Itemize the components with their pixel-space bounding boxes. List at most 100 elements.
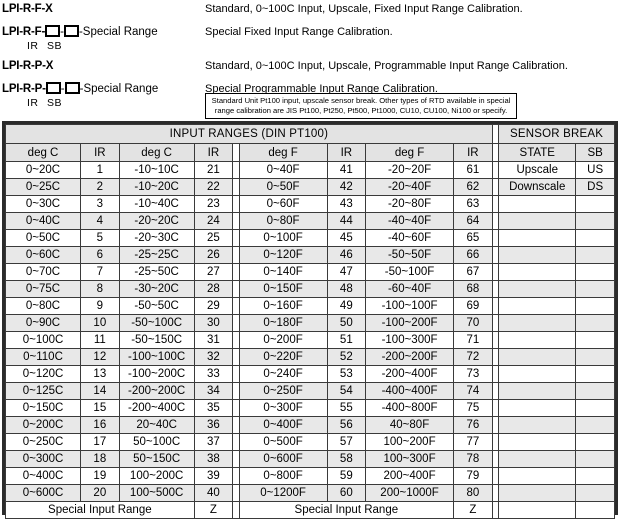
cell-ir-high: 29 xyxy=(193,297,234,315)
cell-degf-low: 0~120F xyxy=(238,246,328,264)
cell-degc-low: 0~250C xyxy=(4,433,82,451)
cell-ir-fhigh: 74 xyxy=(453,382,493,400)
cell-ir-high: 34 xyxy=(193,382,234,400)
cell-ir-fhigh: 77 xyxy=(453,433,493,451)
cell-degf-high: -100~100F xyxy=(365,297,454,315)
cell-degf-low: 0~240F xyxy=(238,365,328,383)
cell-ir-flow: 59 xyxy=(326,467,367,485)
table-row: 0~125C 14 -200~200C 34 0~250F 54 -400~400F 74 xyxy=(4,382,615,400)
ir-code-box[interactable] xyxy=(45,25,61,37)
cell-ir-low: 1 xyxy=(80,161,120,179)
cell-degf-low: 0~50F xyxy=(238,178,328,196)
cell-sensor-break-code xyxy=(575,246,615,264)
cell-sensor-break-code xyxy=(575,365,615,383)
cell-ir-flow: 47 xyxy=(326,263,367,281)
cell-degc-high: -25~50C xyxy=(118,263,195,281)
cell-degf-low: 0~160F xyxy=(238,297,328,315)
table-row: 0~70C 7 -25~50C 27 0~140F 47 -50~100F 67 xyxy=(4,263,615,281)
cell-ir-high: 37 xyxy=(193,433,234,451)
cell-sensor-break-code xyxy=(575,280,615,298)
table-row: 0~200C 16 20~40C 36 0~400F 56 40~80F 76 xyxy=(4,416,615,434)
header-ir-4: IR xyxy=(453,143,493,162)
cell-degc-high: 20~40C xyxy=(118,416,195,434)
cell-degc-high: -20~30C xyxy=(118,229,195,247)
cell-ir-high: 31 xyxy=(193,331,234,349)
special-range-code-c: Z xyxy=(193,501,234,519)
table-title-row: INPUT RANGES (DIN PT100) SENSOR BREAK xyxy=(5,124,615,144)
cell-degc-low: 0~90C xyxy=(4,314,82,332)
model-code-block: LPI-R-F-X Standard, 0~100C Input, Upscal… xyxy=(0,0,620,121)
cell-sensor-break-code xyxy=(575,433,615,451)
cell-sensor-break-code xyxy=(575,484,615,502)
cell-degc-low: 0~200C xyxy=(4,416,82,434)
cell-degc-high: -10~10C xyxy=(118,161,195,179)
cell-ir-low: 9 xyxy=(80,297,120,315)
title-input-ranges: INPUT RANGES (DIN PT100) xyxy=(5,124,493,144)
model-code-3: LPI-R-P-X xyxy=(2,59,53,74)
cell-sensor-break-state xyxy=(498,229,577,247)
cell-ir-high: 33 xyxy=(193,365,234,383)
cell-degf-low: 0~300F xyxy=(238,399,328,417)
table-row: 0~80C 9 -50~50C 29 0~160F 49 -100~100F 69 xyxy=(4,297,615,315)
cell-sensor-break-state xyxy=(498,246,577,264)
cell-degc-low: 0~100C xyxy=(4,331,82,349)
cell-degf-high: -200~200F xyxy=(365,348,454,366)
cell-ir-fhigh: 61 xyxy=(453,161,493,179)
model-description-3: Standard, 0~100C Input, Upscale, Program… xyxy=(205,60,568,72)
sb-sublabel: SB xyxy=(47,40,63,52)
special-range-label-f: Special Input Range xyxy=(238,501,455,519)
header-degc-1: deg C xyxy=(4,143,82,162)
cell-ir-high: 23 xyxy=(193,195,234,213)
cell-degc-high: -100~100C xyxy=(118,348,195,366)
cell-ir-flow: 49 xyxy=(326,297,367,315)
cell-ir-flow: 50 xyxy=(326,314,367,332)
cell-degf-low: 0~60F xyxy=(238,195,328,213)
sensor-break-sb-empty xyxy=(575,501,615,519)
header-degf-1: deg F xyxy=(238,143,328,162)
cell-ir-low: 19 xyxy=(80,467,120,485)
cell-ir-flow: 58 xyxy=(326,450,367,468)
table-row: 0~100C 11 -50~150C 31 0~200F 51 -100~300F 71 xyxy=(4,331,615,349)
cell-ir-high: 28 xyxy=(193,280,234,298)
table-row: 0~50C 5 -20~30C 25 0~100F 45 -40~60F 65 xyxy=(4,229,615,247)
cell-ir-fhigh: 76 xyxy=(453,416,493,434)
cell-sensor-break-state: Upscale xyxy=(498,161,577,179)
cell-degc-low: 0~110C xyxy=(4,348,82,366)
cell-ir-flow: 60 xyxy=(326,484,367,502)
model-description-1: Standard, 0~100C Input, Upscale, Fixed I… xyxy=(205,3,523,15)
cell-ir-flow: 57 xyxy=(326,433,367,451)
cell-degf-high: -40~40F xyxy=(365,212,454,230)
model-description-2: Special Fixed Input Range Calibration. xyxy=(205,26,393,38)
cell-degc-high: -50~100C xyxy=(118,314,195,332)
cell-sensor-break-state xyxy=(498,348,577,366)
cell-degf-high: -50~100F xyxy=(365,263,454,281)
table-row: 0~150C 15 -200~400C 35 0~300F 55 -400~800F 75 xyxy=(4,399,615,417)
cell-degc-high: 100~500C xyxy=(118,484,195,502)
cell-degf-low: 0~150F xyxy=(238,280,328,298)
cell-sensor-break-code xyxy=(575,348,615,366)
cell-degf-high: -200~400F xyxy=(365,365,454,383)
cell-degf-low: 0~200F xyxy=(238,331,328,349)
cell-ir-high: 30 xyxy=(193,314,234,332)
cell-sensor-break-state xyxy=(498,433,577,451)
special-range-code-f: Z xyxy=(453,501,493,519)
cell-ir-fhigh: 66 xyxy=(453,246,493,264)
cell-ir-high: 40 xyxy=(193,484,234,502)
cell-ir-flow: 48 xyxy=(326,280,367,298)
cell-ir-fhigh: 63 xyxy=(453,195,493,213)
cell-ir-flow: 52 xyxy=(326,348,367,366)
cell-ir-high: 39 xyxy=(193,467,234,485)
cell-ir-low: 16 xyxy=(80,416,120,434)
model-code-1: LPI-R-F-X xyxy=(2,2,53,17)
cell-ir-low: 11 xyxy=(80,331,120,349)
cell-ir-flow: 45 xyxy=(326,229,367,247)
cell-ir-high: 36 xyxy=(193,416,234,434)
table-row: 0~60C 6 -25~25C 26 0~120F 46 -50~50F 66 xyxy=(4,246,615,264)
cell-degc-high: -50~50C xyxy=(118,297,195,315)
cell-ir-fhigh: 62 xyxy=(453,178,493,196)
sb-code-box[interactable] xyxy=(63,25,79,37)
sb-code-box[interactable] xyxy=(64,82,80,94)
cell-ir-high: 26 xyxy=(193,246,234,264)
cell-degc-high: -20~20C xyxy=(118,212,195,230)
ir-code-box[interactable] xyxy=(45,82,61,94)
